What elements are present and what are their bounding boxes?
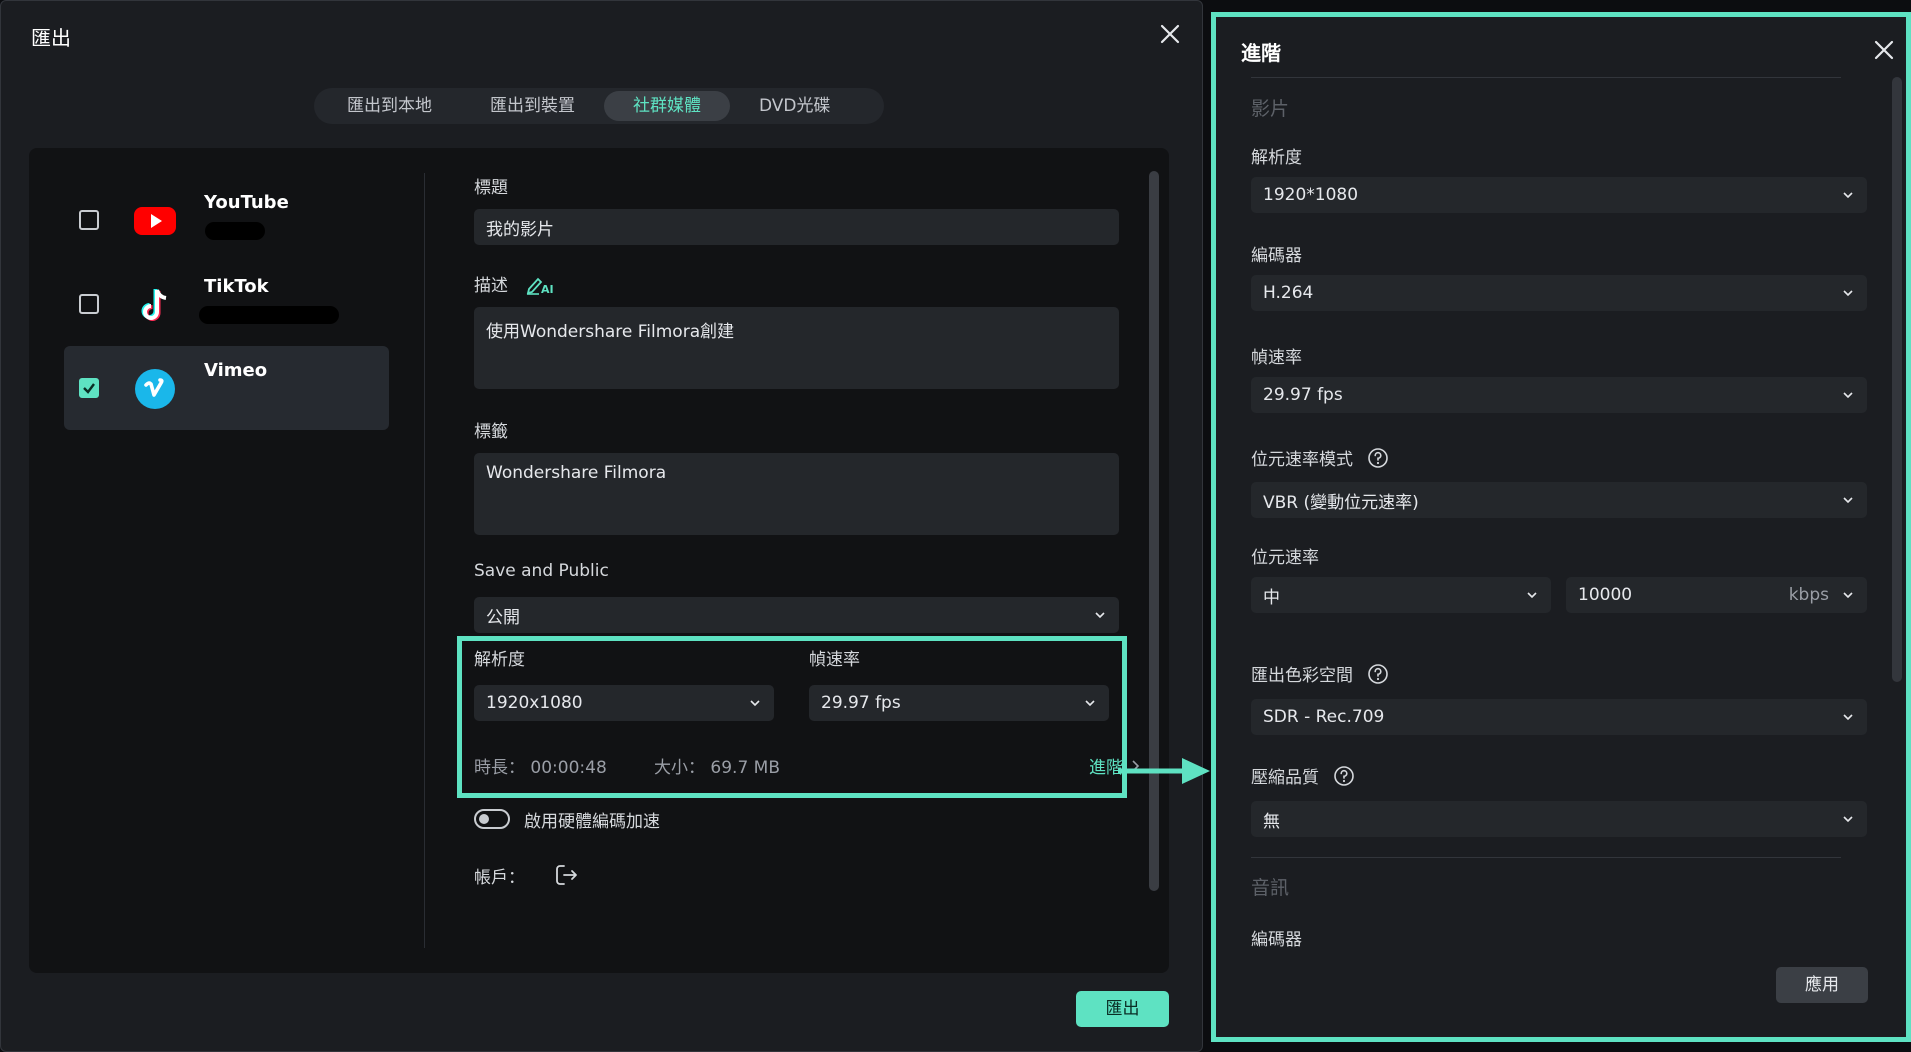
platform-name: TikTok [204, 276, 269, 297]
title-input[interactable]: 我的影片 [474, 209, 1119, 245]
close-icon [1874, 40, 1894, 60]
hw-accel-label: 啟用硬體編碼加速 [524, 812, 660, 832]
tiktok-icon [141, 289, 167, 321]
chevron-down-icon [1525, 588, 1539, 602]
tab-social-media[interactable]: 社群媒體 [604, 91, 730, 121]
platform-list: YouTube TikTok Vimeo [64, 178, 389, 430]
tiktok-checkbox[interactable] [79, 294, 99, 314]
adv-encoder-label: 編碼器 [1251, 246, 1302, 266]
chevron-down-icon [1841, 710, 1855, 724]
description-label-row: 描述 AI [474, 271, 556, 296]
arrow-icon [1118, 758, 1210, 784]
help-icon[interactable] [1333, 765, 1355, 787]
export-tabs: 匯出到本地 匯出到裝置 社群媒體 DVD光碟 [314, 88, 884, 124]
highlight-box [457, 636, 1127, 798]
privacy-label: Save and Public [474, 561, 609, 581]
bitrate-unit: kbps [1788, 585, 1829, 605]
divider [1251, 77, 1841, 78]
close-icon [1160, 24, 1180, 44]
chevron-down-icon [1841, 388, 1855, 402]
help-icon[interactable] [1367, 447, 1389, 469]
export-content: YouTube TikTok Vimeo 標題 我的影片 描述 AI 使用Won… [29, 148, 1169, 973]
platform-item-vimeo[interactable]: Vimeo [64, 346, 389, 430]
hw-accel-toggle[interactable] [474, 809, 510, 829]
adv-bitrate-label: 位元速率 [1251, 548, 1319, 568]
chevron-down-icon [1841, 188, 1855, 202]
dialog-title: 匯出 [31, 26, 71, 50]
adv-compression-label: 壓縮品質 [1251, 763, 1355, 788]
video-section-title: 影片 [1251, 98, 1290, 120]
tab-export-local[interactable]: 匯出到本地 [318, 91, 461, 121]
chevron-down-icon [1841, 812, 1855, 826]
youtube-icon [134, 207, 176, 235]
help-icon[interactable] [1367, 663, 1389, 685]
chevron-down-icon [1093, 608, 1107, 622]
redacted-account [205, 222, 265, 240]
chevron-down-icon [1841, 588, 1855, 602]
adv-audio-encoder-label: 編碼器 [1251, 930, 1302, 950]
tags-label: 標籤 [474, 422, 508, 442]
adv-framerate-select[interactable]: 29.97 fps [1251, 377, 1867, 413]
title-label: 標題 [474, 178, 508, 198]
description-input[interactable]: 使用Wondershare Filmora創建 [474, 307, 1119, 389]
youtube-checkbox[interactable] [79, 210, 99, 230]
ai-write-icon[interactable]: AI [526, 273, 556, 295]
platform-item-tiktok[interactable]: TikTok [64, 262, 389, 346]
advanced-title: 進階 [1241, 41, 1281, 65]
platform-name: YouTube [204, 192, 289, 213]
close-advanced-button[interactable] [1870, 36, 1898, 64]
export-button[interactable]: 匯出 [1076, 991, 1169, 1027]
divider [424, 173, 425, 948]
advanced-scrollbar[interactable] [1892, 77, 1902, 682]
account-label: 帳戶： [474, 868, 525, 888]
vimeo-icon [135, 369, 175, 409]
description-label: 描述 [474, 276, 508, 296]
adv-resolution-select[interactable]: 1920*1080 [1251, 177, 1867, 213]
adv-framerate-label: 幀速率 [1251, 348, 1302, 368]
adv-bitrate-mode-select[interactable]: VBR (變動位元速率) [1251, 482, 1867, 518]
adv-color-space-select[interactable]: SDR - Rec.709 [1251, 699, 1867, 735]
privacy-select[interactable]: 公開 [474, 597, 1119, 633]
export-dialog: 匯出 匯出到本地 匯出到裝置 社群媒體 DVD光碟 YouTube TikTok… [0, 0, 1203, 1052]
adv-bitrate-input[interactable]: 10000 kbps [1566, 577, 1867, 613]
adv-resolution-label: 解析度 [1251, 148, 1302, 168]
check-icon [83, 383, 95, 394]
vimeo-checkbox[interactable] [79, 378, 99, 398]
platform-name: Vimeo [204, 360, 268, 381]
close-dialog-button[interactable] [1156, 20, 1184, 48]
adv-bitrate-mode-label: 位元速率模式 [1251, 445, 1389, 470]
chevron-down-icon [1841, 493, 1855, 507]
chevron-down-icon [1841, 286, 1855, 300]
adv-bitrate-level-select[interactable]: 中 [1251, 577, 1551, 613]
adv-encoder-select[interactable]: H.264 [1251, 275, 1867, 311]
svg-text:AI: AI [541, 283, 554, 295]
tab-export-device[interactable]: 匯出到裝置 [461, 91, 604, 121]
adv-compression-select[interactable]: 無 [1251, 801, 1867, 837]
redacted-account [199, 306, 339, 324]
divider [1251, 857, 1841, 858]
advanced-panel: 進階 影片 解析度 1920*1080 編碼器 H.264 幀速率 29.97 … [1211, 12, 1911, 1042]
audio-section-title: 音訊 [1251, 877, 1290, 899]
tags-input[interactable]: Wondershare Filmora [474, 453, 1119, 535]
tab-dvd[interactable]: DVD光碟 [730, 91, 860, 121]
platform-item-youtube[interactable]: YouTube [64, 178, 389, 262]
adv-color-space-label: 匯出色彩空間 [1251, 661, 1389, 686]
logout-icon[interactable] [554, 863, 580, 887]
apply-button[interactable]: 應用 [1776, 967, 1868, 1003]
